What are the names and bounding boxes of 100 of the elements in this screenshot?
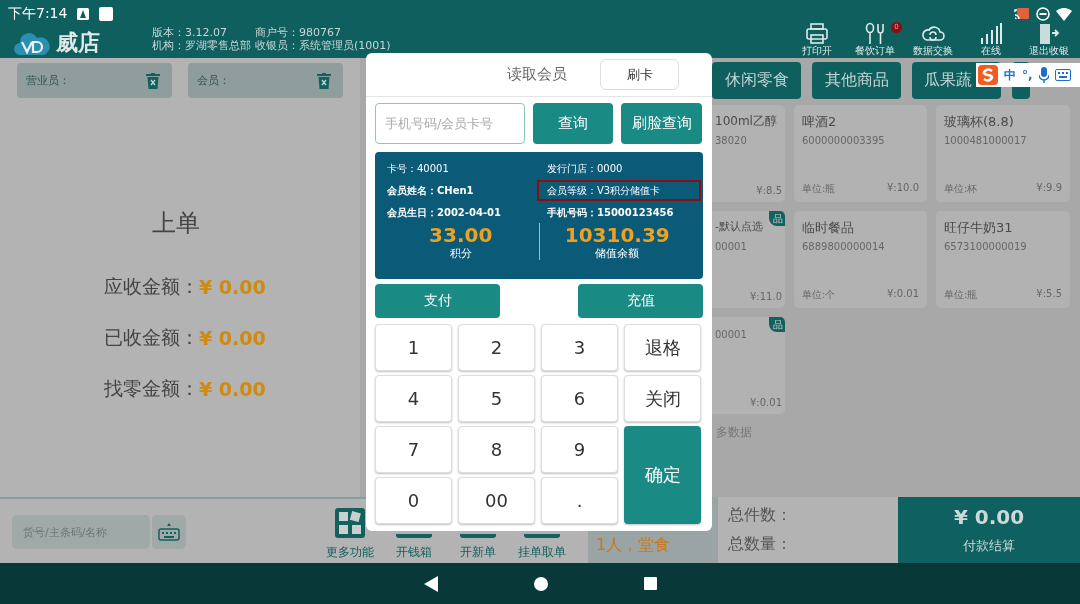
dialog-action-button[interactable]: 充值: [578, 284, 703, 318]
exit-door-icon: [1037, 22, 1061, 44]
product-code: 6000000003395: [802, 135, 886, 146]
query-button[interactable]: 查询: [533, 103, 613, 144]
printer-icon: [805, 22, 829, 44]
microphone-icon[interactable]: [1038, 67, 1049, 83]
amount-label: 找零金额：: [104, 375, 199, 401]
ime-option[interactable]: °,: [1022, 68, 1033, 82]
total-label: 总数量：: [728, 534, 793, 555]
keypad-key[interactable]: 8: [458, 426, 535, 473]
keyboard-button[interactable]: [152, 515, 186, 549]
swipe-card-button[interactable]: 刷卡: [600, 59, 679, 90]
category-tab[interactable]: 其他商品: [812, 62, 901, 99]
product-card[interactable]: 旺仔牛奶31 6573100000019 单位:瓶 ¥:5.5: [936, 211, 1070, 308]
query-button[interactable]: 刷脸查询: [621, 103, 702, 144]
product-code: 00001: [715, 329, 748, 340]
amount-label: 应收金额：: [104, 273, 199, 299]
keypad-key[interactable]: 1: [375, 324, 452, 371]
header-info-text: 机构：罗湖零售总部: [152, 39, 252, 52]
keyboard-notification-icon: [77, 8, 90, 20]
wifi-icon: [1056, 7, 1072, 21]
product-price: ¥:0.01: [750, 397, 782, 408]
s-logo-icon[interactable]: [978, 65, 998, 85]
product-name: -默认点选: [715, 219, 763, 235]
product-price: ¥:9.9: [1036, 182, 1062, 195]
field-label: 营业员：: [26, 73, 70, 88]
keypad-key[interactable]: 00: [458, 477, 535, 524]
keypad-key[interactable]: 退格: [624, 324, 701, 371]
app-name: 威店: [56, 29, 100, 57]
member-info-text: 手机号码：15000123456: [546, 206, 675, 220]
order-title: 上单: [152, 208, 200, 239]
product-card[interactable]: 啤酒2 6000000003395 单位:瓶 ¥:10.0: [794, 105, 927, 202]
product-name: 啤酒2: [802, 113, 837, 131]
keyboard-icon[interactable]: [1054, 69, 1071, 81]
member-info-text: 会员姓名：CHen1: [386, 184, 475, 198]
square-notification-icon: [99, 7, 114, 21]
keypad-key[interactable]: 3: [541, 324, 618, 371]
keypad-key[interactable]: 9: [541, 426, 618, 473]
ime-option[interactable]: 中: [1004, 66, 1016, 84]
dialog-title: 读取会员: [507, 65, 567, 84]
cast-icon: [1014, 7, 1030, 21]
amount-label: 已收金额：: [104, 324, 199, 350]
product-card[interactable]: 玻璃杯(8.8) 1000481000017 单位:杯 ¥:9.9: [936, 105, 1070, 202]
selector-field[interactable]: 会员：: [188, 63, 343, 98]
keypad-key[interactable]: 6: [541, 375, 618, 422]
keypad-key[interactable]: 0: [375, 477, 452, 524]
product-price: ¥:11.0: [750, 291, 782, 302]
product-card[interactable]: 临时餐品 6889800000014 单位:个 ¥:0.01: [794, 211, 927, 308]
stat-value: 10310.39: [564, 223, 670, 247]
stat-label: 积分: [449, 247, 472, 260]
trash-icon[interactable]: [146, 72, 160, 89]
product-tag: 品: [769, 317, 785, 332]
member-info-text: 会员生日：2002-04-01: [386, 206, 502, 220]
field-label: 会员：: [197, 73, 230, 88]
keypad-key[interactable]: 5: [458, 375, 535, 422]
product-code: 6889800000014: [802, 241, 886, 252]
header-info-text: 商户号：980767: [255, 26, 342, 39]
keyboard-icon: [158, 523, 180, 541]
member-info-text: 卡号：40001: [386, 162, 450, 176]
toolbar-button[interactable]: 在线: [966, 22, 1016, 58]
member-info-text: 发行门店：0000: [546, 162, 624, 176]
trash-icon[interactable]: [317, 72, 331, 89]
product-price: ¥:10.0: [887, 182, 919, 195]
toolbar-button[interactable]: 退出收银: [1024, 22, 1074, 58]
recents-icon[interactable]: [643, 577, 657, 590]
cutlery-icon: [863, 22, 887, 44]
amount-value: ¥ 0.00: [199, 326, 266, 349]
product-unit: 单位:瓶: [944, 288, 978, 302]
grid-icon: [335, 508, 365, 538]
keypad-key[interactable]: 2: [458, 324, 535, 371]
product-code: 00001: [715, 241, 748, 252]
stat-label: 储值余额: [595, 247, 640, 260]
selector-field[interactable]: 营业员：: [17, 63, 172, 98]
product-price: ¥:0.01: [887, 288, 919, 301]
product-price: ¥:5.5: [1036, 288, 1062, 301]
pay-button[interactable]: ¥ 0.00 付款结算: [898, 497, 1080, 563]
keypad-key[interactable]: 关闭: [624, 375, 701, 422]
member-search-field[interactable]: 手机号码/会员卡号: [375, 103, 525, 144]
category-tab[interactable]: 休闲零食: [712, 62, 801, 99]
status-time: 下午7:14: [8, 5, 68, 23]
toolbar-button[interactable]: 打印开: [792, 22, 842, 58]
product-name: 旺仔牛奶31: [944, 219, 1013, 237]
amount-value: ¥ 0.00: [199, 275, 266, 298]
keypad-key[interactable]: .: [541, 477, 618, 524]
product-name: 100ml乙醇: [715, 113, 777, 130]
header-info-text: 版本：3.12.07: [152, 26, 228, 39]
dialog-action-button[interactable]: 支付: [375, 284, 500, 318]
confirm-key[interactable]: 确定: [624, 426, 701, 524]
product-price: ¥:8.5: [756, 185, 782, 196]
home-icon[interactable]: [533, 576, 548, 591]
amount-value: ¥ 0.00: [199, 377, 266, 400]
member-info-text: 会员等级：V3积分储值卡: [539, 182, 699, 199]
toolbar-button[interactable]: 数据交换: [908, 22, 958, 58]
back-icon[interactable]: [423, 575, 438, 592]
logo-icon: [14, 30, 50, 56]
product-code: 1000481000017: [944, 135, 1028, 146]
keypad-key[interactable]: 4: [375, 375, 452, 422]
product-unit: 单位:个: [802, 288, 836, 302]
keypad-key[interactable]: 7: [375, 426, 452, 473]
stat-value: 33.00: [429, 223, 493, 247]
